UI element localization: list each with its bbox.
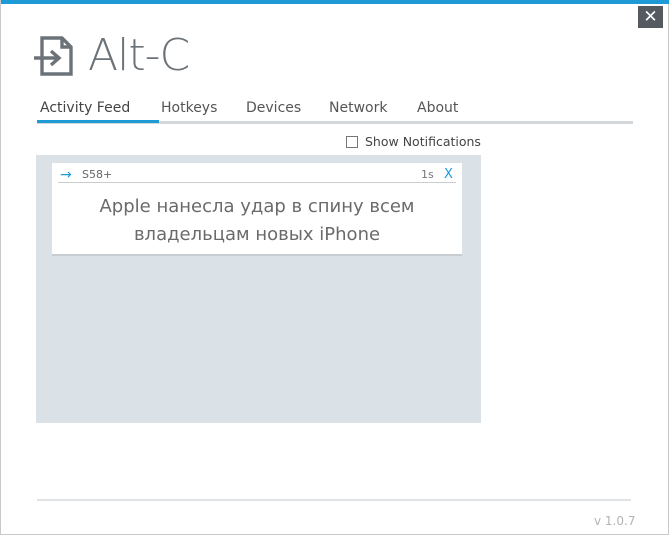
feed-item[interactable]: → S58+ 1s X Apple нанесла удар в спину в… [52,163,462,256]
feed-item-text-line: владельцам новых iPhone [133,224,381,245]
document-arrow-icon [34,36,73,76]
window-top-accent [1,0,669,4]
feed-item-age: 1s [421,168,434,181]
tab-activity-feed[interactable]: Activity Feed [40,98,130,121]
app-title: Alt-C [88,30,190,81]
tab-bar: Activity Feed Hotkeys Devices Network Ab… [37,98,633,124]
footer-divider [37,499,631,501]
remove-item-button[interactable]: X [444,167,453,183]
tab-hotkeys[interactable]: Hotkeys [161,98,217,121]
feed-item-device: S58+ [82,168,113,181]
feed-item-text: Apple нанесла удар в спину всем владельц… [72,193,442,249]
arrow-right-icon: → [60,167,72,183]
active-tab-indicator [37,120,159,123]
close-button[interactable]: ✕ [638,6,663,28]
show-notifications-label[interactable]: Show Notifications [365,134,481,150]
feed-item-divider [58,182,456,183]
version-label: v 1.0.7 [594,514,636,528]
feed-item-text-line: Apple нанесла удар в спину всем [99,196,415,217]
show-notifications-checkbox[interactable] [346,136,358,148]
tab-network[interactable]: Network [329,98,387,121]
tab-about[interactable]: About [417,98,458,121]
app-window: ✕ Alt-C Activity Feed Hotkeys Devices Ne… [0,0,669,535]
tab-devices[interactable]: Devices [246,98,301,121]
